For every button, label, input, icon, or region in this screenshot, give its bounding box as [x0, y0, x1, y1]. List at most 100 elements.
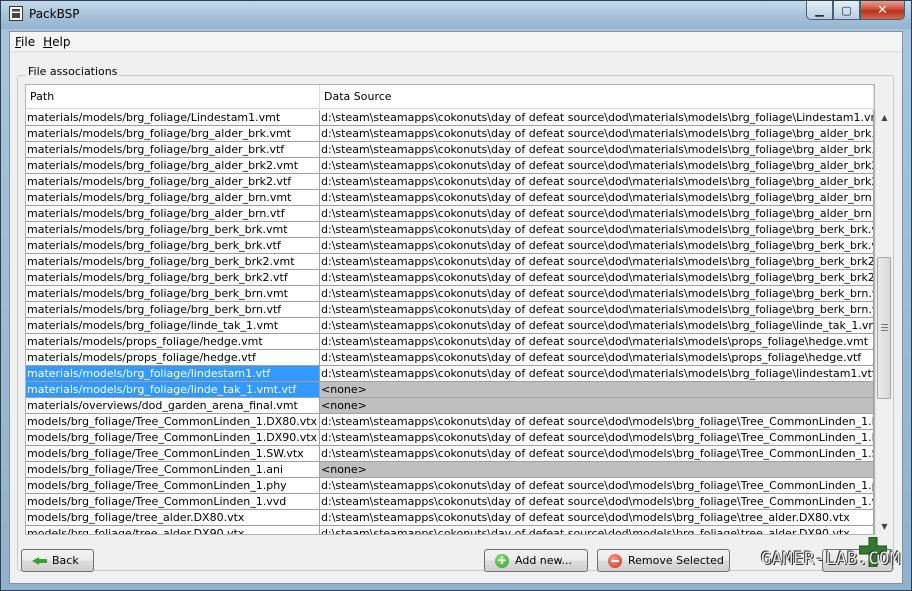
data-source-cell[interactable]: d:\steam\steamapps\cokonuts\day of defea…: [320, 286, 874, 302]
table-row[interactable]: materials/models/brg_foliage/brg_alder_b…: [26, 142, 874, 158]
path-cell[interactable]: materials/models/brg_foliage/brg_berk_br…: [26, 238, 320, 254]
data-source-cell[interactable]: d:\steam\steamapps\cokonuts\day of defea…: [320, 510, 874, 526]
minimize-button[interactable]: ▁: [806, 1, 833, 20]
data-source-cell[interactable]: d:\steam\steamapps\cokonuts\day of defea…: [320, 414, 874, 430]
column-header-data-source[interactable]: Data Source: [320, 85, 874, 109]
table-row[interactable]: models/brg_foliage/Tree_CommonLinden_1.a…: [26, 462, 874, 478]
table-row[interactable]: models/brg_foliage/Tree_CommonLinden_1.D…: [26, 414, 874, 430]
data-source-cell[interactable]: <none>: [320, 382, 874, 398]
table-row[interactable]: materials/models/brg_foliage/brg_alder_b…: [26, 126, 874, 142]
data-source-cell[interactable]: d:\steam\steamapps\cokonuts\day of defea…: [320, 446, 874, 462]
remove-selected-button[interactable]: Remove Selected: [597, 549, 730, 572]
table-row[interactable]: models/brg_foliage/Tree_CommonLinden_1.p…: [26, 478, 874, 494]
back-button[interactable]: Back: [21, 549, 94, 572]
table-row[interactable]: materials/models/brg_foliage/brg_alder_b…: [26, 158, 874, 174]
path-cell[interactable]: materials/models/brg_foliage/brg_alder_b…: [26, 158, 320, 174]
menu-file[interactable]: File: [12, 35, 38, 49]
path-cell[interactable]: materials/models/brg_foliage/brg_alder_b…: [26, 126, 320, 142]
path-cell[interactable]: models/brg_foliage/tree_alder.DX80.vtx: [26, 510, 320, 526]
table-row[interactable]: materials/models/brg_foliage/Lindestam1.…: [26, 110, 874, 126]
path-cell[interactable]: materials/models/brg_foliage/brg_berk_br…: [26, 222, 320, 238]
data-source-cell[interactable]: d:\steam\steamapps\cokonuts\day of defea…: [320, 318, 874, 334]
path-cell[interactable]: models/brg_foliage/Tree_CommonLinden_1.D…: [26, 430, 320, 446]
file-associations-table[interactable]: Path Data Source materials/models/brg_fo…: [25, 84, 875, 535]
title-bar[interactable]: PackBSP ▁ ▢ ✕: [1, 1, 911, 29]
scroll-thumb[interactable]: [877, 257, 891, 399]
path-cell[interactable]: materials/models/props_foliage/hedge.vtf: [26, 350, 320, 366]
path-cell[interactable]: materials/models/props_foliage/hedge.vmt: [26, 334, 320, 350]
data-source-cell[interactable]: d:\steam\steamapps\cokonuts\day of defea…: [320, 174, 874, 190]
path-cell[interactable]: materials/models/brg_foliage/brg_alder_b…: [26, 174, 320, 190]
table-row[interactable]: materials/models/brg_foliage/brg_berk_br…: [26, 254, 874, 270]
path-cell[interactable]: materials/models/brg_foliage/brg_berk_br…: [26, 302, 320, 318]
data-source-cell[interactable]: d:\steam\steamapps\cokonuts\day of defea…: [320, 302, 874, 318]
menu-help[interactable]: Help: [40, 35, 73, 49]
data-source-cell[interactable]: <none>: [320, 398, 874, 414]
path-cell[interactable]: models/brg_foliage/Tree_CommonLinden_1.D…: [26, 414, 320, 430]
data-source-cell[interactable]: d:\steam\steamapps\cokonuts\day of defea…: [320, 110, 874, 126]
table-row[interactable]: materials/models/brg_foliage/brg_berk_br…: [26, 238, 874, 254]
table-row[interactable]: materials/models/brg_foliage/brg_berk_br…: [26, 270, 874, 286]
path-cell[interactable]: models/brg_foliage/Tree_CommonLinden_1.p…: [26, 478, 320, 494]
data-source-cell[interactable]: d:\steam\steamapps\cokonuts\day of defea…: [320, 270, 874, 286]
close-icon: ✕: [877, 2, 888, 18]
add-icon: +: [495, 552, 509, 568]
vertical-scrollbar[interactable]: ▲ ▼: [875, 109, 892, 535]
data-source-cell[interactable]: d:\steam\steamapps\cokonuts\day of defea…: [320, 350, 874, 366]
table-row[interactable]: models/brg_foliage/tree_alder.DX90.vtx d:…: [26, 526, 874, 534]
data-source-cell[interactable]: d:\steam\steamapps\cokonuts\day of defea…: [320, 430, 874, 446]
data-source-cell[interactable]: d:\steam\steamapps\cokonuts\day of defea…: [320, 254, 874, 270]
path-cell[interactable]: materials/overviews/dod_garden_arena_fin…: [26, 398, 320, 414]
data-source-cell[interactable]: d:\steam\steamapps\cokonuts\day of defea…: [320, 190, 874, 206]
path-cell[interactable]: materials/models/brg_foliage/Lindestam1.…: [26, 110, 320, 126]
table-row[interactable]: models/brg_foliage/Tree_CommonLinden_1.v…: [26, 494, 874, 510]
path-cell[interactable]: models/brg_foliage/Tree_CommonLinden_1.S…: [26, 446, 320, 462]
path-cell[interactable]: materials/models/brg_foliage/brg_berk_br…: [26, 270, 320, 286]
table-row[interactable]: materials/models/brg_foliage/brg_alder_b…: [26, 206, 874, 222]
scroll-down-icon[interactable]: ▼: [876, 518, 893, 535]
data-source-cell[interactable]: d:\steam\steamapps\cokonuts\day of defea…: [320, 142, 874, 158]
data-source-cell[interactable]: d:\steam\steamapps\cokonuts\day of defea…: [320, 238, 874, 254]
data-source-cell[interactable]: d:\steam\steamapps\cokonuts\day of defea…: [320, 334, 874, 350]
table-row[interactable]: models/brg_foliage/Tree_CommonLinden_1.S…: [26, 446, 874, 462]
scroll-up-icon[interactable]: ▲: [876, 109, 893, 126]
data-source-cell[interactable]: d:\steam\steamapps\cokonuts\day of defea…: [320, 158, 874, 174]
table-row[interactable]: materials/models/props_foliage/hedge.vmt…: [26, 334, 874, 350]
path-cell[interactable]: models/brg_foliage/tree_alder.DX90.vtx: [26, 526, 320, 534]
close-button[interactable]: ✕: [860, 1, 905, 20]
path-cell[interactable]: materials/models/brg_foliage/linde_tak_1…: [26, 382, 320, 398]
path-cell[interactable]: materials/models/brg_foliage/brg_alder_b…: [26, 190, 320, 206]
maximize-button[interactable]: ▢: [833, 1, 860, 20]
add-new-button[interactable]: + Add new...: [484, 549, 588, 572]
table-row[interactable]: materials/models/brg_foliage/brg_alder_b…: [26, 174, 874, 190]
data-source-cell[interactable]: d:\steam\steamapps\cokonuts\day of defea…: [320, 366, 874, 382]
table-row[interactable]: materials/models/brg_foliage/linde_tak_1…: [26, 382, 874, 398]
path-cell[interactable]: materials/models/brg_foliage/brg_berk_br…: [26, 286, 320, 302]
table-row[interactable]: materials/models/brg_foliage/lindestam1.…: [26, 366, 874, 382]
table-row[interactable]: models/brg_foliage/tree_alder.DX80.vtx d:…: [26, 510, 874, 526]
table-row[interactable]: models/brg_foliage/Tree_CommonLinden_1.D…: [26, 430, 874, 446]
table-row[interactable]: materials/models/brg_foliage/brg_alder_b…: [26, 190, 874, 206]
table-row[interactable]: materials/models/brg_foliage/brg_berk_br…: [26, 302, 874, 318]
data-source-cell[interactable]: d:\steam\steamapps\cokonuts\day of defea…: [320, 126, 874, 142]
back-arrow-icon: [32, 554, 47, 568]
data-source-cell[interactable]: d:\steam\steamapps\cokonuts\day of defea…: [320, 526, 874, 534]
table-row[interactable]: materials/models/brg_foliage/linde_tak_1…: [26, 318, 874, 334]
table-row[interactable]: materials/models/props_foliage/hedge.vtf…: [26, 350, 874, 366]
data-source-cell[interactable]: d:\steam\steamapps\cokonuts\day of defea…: [320, 222, 874, 238]
path-cell[interactable]: materials/models/brg_foliage/brg_berk_br…: [26, 254, 320, 270]
column-header-path[interactable]: Path: [26, 85, 320, 109]
table-row[interactable]: materials/models/brg_foliage/brg_berk_br…: [26, 222, 874, 238]
path-cell[interactable]: materials/models/brg_foliage/linde_tak_1…: [26, 318, 320, 334]
data-source-cell[interactable]: d:\steam\steamapps\cokonuts\day of defea…: [320, 494, 874, 510]
table-row[interactable]: materials/models/brg_foliage/brg_berk_br…: [26, 286, 874, 302]
table-row[interactable]: materials/overviews/dod_garden_arena_fin…: [26, 398, 874, 414]
path-cell[interactable]: models/brg_foliage/Tree_CommonLinden_1.a…: [26, 462, 320, 478]
path-cell[interactable]: materials/models/brg_foliage/lindestam1.…: [26, 366, 320, 382]
path-cell[interactable]: materials/models/brg_foliage/brg_alder_b…: [26, 142, 320, 158]
path-cell[interactable]: models/brg_foliage/Tree_CommonLinden_1.v…: [26, 494, 320, 510]
data-source-cell[interactable]: d:\steam\steamapps\cokonuts\day of defea…: [320, 206, 874, 222]
data-source-cell[interactable]: d:\steam\steamapps\cokonuts\day of defea…: [320, 478, 874, 494]
data-source-cell[interactable]: <none>: [320, 462, 874, 478]
path-cell[interactable]: materials/models/brg_foliage/brg_alder_b…: [26, 206, 320, 222]
